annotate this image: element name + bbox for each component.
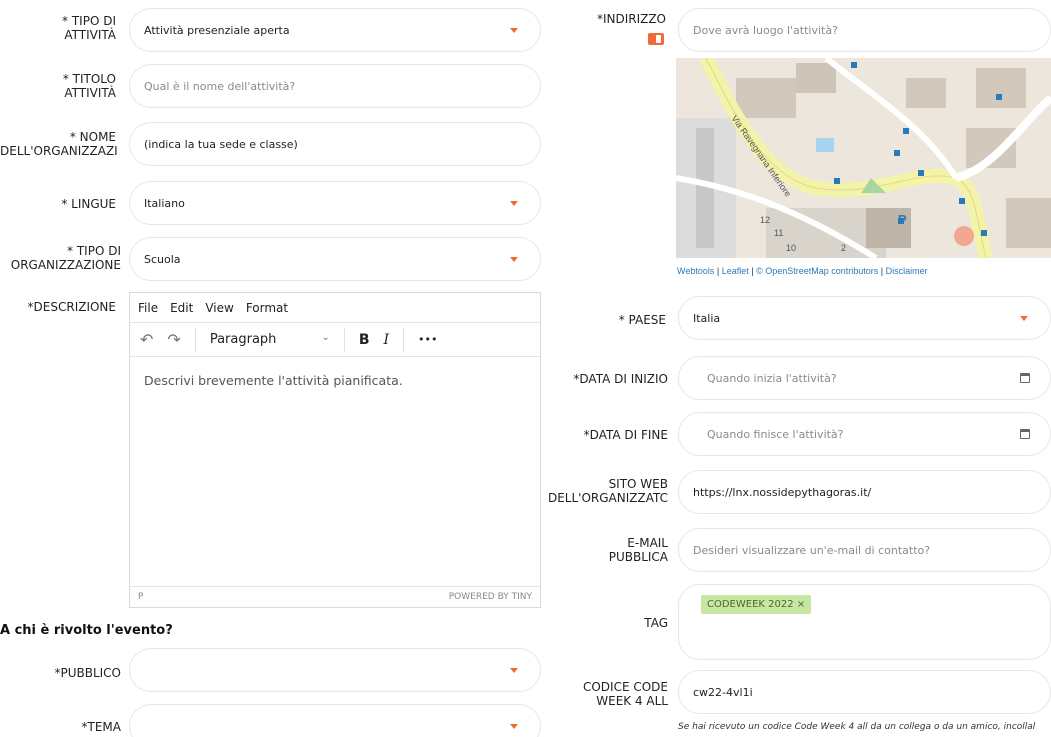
attribution-sep: | — [714, 266, 722, 276]
attribution-sep: | — [748, 266, 757, 276]
data-fine-input[interactable]: Quando finisce l'attività? — [678, 412, 1051, 456]
data-inizio-label: *DATA DI INIZIO — [573, 372, 668, 386]
menu-edit[interactable]: Edit — [170, 301, 193, 315]
titolo-placeholder: Qual è il nome dell'attività? — [144, 79, 296, 93]
editor-statusbar: P POWERED BY TINY — [130, 586, 540, 606]
indirizzo-label: *INDIRIZZO — [596, 12, 666, 26]
tipo-value: Attività presenziale aperta — [144, 23, 290, 37]
map-tiles: Via Ravegnana Inferiore 12 11 10 2 P — [676, 58, 1051, 258]
tema-label: *TEMA — [81, 720, 121, 734]
paese-select[interactable]: Italia — [678, 296, 1051, 340]
parking-icon: P — [898, 212, 907, 227]
powered-by-tiny[interactable]: POWERED BY TINY — [449, 592, 532, 602]
chevron-down-icon: ⌄ — [321, 332, 330, 343]
tag-chip[interactable]: CODEWEEK 2022 × — [701, 595, 812, 614]
pubblico-select[interactable] — [129, 648, 541, 692]
sito-web-label: SITO WEB DELL'ORGANIZZATC — [547, 477, 668, 505]
toolbar-divider — [343, 327, 345, 352]
house-number: 12 — [760, 215, 770, 225]
redo-icon[interactable]: ↷ — [167, 330, 180, 349]
data-fine-placeholder: Quando finisce l'attività? — [707, 427, 844, 441]
data-fine-label: *DATA DI FINE — [583, 428, 668, 442]
tipo-label: * TIPO DI ATTIVITÀ — [62, 14, 116, 42]
lingue-select[interactable]: Italiano — [129, 181, 541, 225]
descrizione-label: *DESCRIZIONE — [27, 300, 116, 314]
paragraph-value: Paragraph — [209, 332, 277, 347]
osm-link[interactable]: © OpenStreetMap contributors — [756, 266, 878, 276]
paese-label: * PAESE — [618, 313, 666, 327]
webtools-link[interactable]: Webtools — [677, 266, 714, 276]
sito-web-value: https://lnx.nossidepythagoras.it/ — [693, 485, 872, 499]
email-placeholder: Desideri visualizzare un'e-mail di conta… — [693, 543, 931, 557]
chevron-down-icon — [510, 257, 518, 262]
house-number: 10 — [786, 243, 796, 253]
menu-view[interactable]: View — [205, 301, 233, 315]
titolo-label: * TITOLO ATTIVITÀ — [62, 72, 116, 100]
chevron-down-icon — [510, 28, 518, 33]
pubblico-label: *PUBBLICO — [54, 666, 121, 680]
rich-text-editor[interactable]: File Edit View Format ↶ ↷ Paragraph ⌄ B … — [129, 292, 541, 608]
house-number: 2 — [841, 243, 846, 253]
tag-label: TAG — [644, 616, 668, 630]
more-button[interactable]: ••• — [418, 333, 437, 346]
chevron-down-icon — [510, 724, 518, 729]
toolbar-divider — [194, 327, 196, 352]
paragraph-select[interactable]: Paragraph ⌄ — [210, 332, 330, 347]
chevron-down-icon — [510, 201, 518, 206]
nome-org-value: (indica la tua sede e classe) — [144, 137, 298, 151]
menu-format[interactable]: Format — [246, 301, 288, 315]
codice-value: cw22-4vl1i — [693, 685, 753, 699]
calendar-icon[interactable] — [1020, 373, 1030, 383]
data-inizio-input[interactable]: Quando inizia l'attività? — [678, 356, 1051, 400]
audience-heading: A chi è rivolto l'evento? — [0, 623, 173, 638]
disclaimer-link[interactable]: Disclaimer — [886, 266, 928, 276]
leaflet-link[interactable]: Leaflet — [722, 266, 749, 276]
map-book-icon[interactable] — [648, 33, 664, 45]
bold-button[interactable]: B — [359, 332, 370, 348]
map-attribution: Webtools | Leaflet | © OpenStreetMap con… — [677, 266, 928, 276]
codice-help-text: Se hai ricevuto un codice Code Week 4 al… — [678, 722, 1036, 732]
lingue-value: Italiano — [144, 196, 185, 210]
editor-menubar: File Edit View Format — [130, 293, 540, 323]
editor-placeholder: Descrivi brevemente l'attività pianifica… — [144, 373, 403, 388]
tipo-select[interactable]: Attività presenziale aperta — [129, 8, 541, 52]
codice-input[interactable]: cw22-4vl1i — [678, 670, 1051, 714]
location-map[interactable]: Via Ravegnana Inferiore 12 11 10 2 P — [676, 58, 1051, 258]
undo-icon[interactable]: ↶ — [140, 330, 153, 349]
editor-toolbar: ↶ ↷ Paragraph ⌄ B I ••• — [130, 323, 540, 357]
nome-org-input[interactable]: (indica la tua sede e classe) — [129, 122, 541, 166]
nome-org-label: * NOME DELL'ORGANIZZAZI — [0, 130, 118, 158]
data-inizio-placeholder: Quando inizia l'attività? — [707, 371, 837, 385]
toolbar-divider — [403, 327, 405, 352]
sito-web-input[interactable]: https://lnx.nossidepythagoras.it/ — [678, 470, 1051, 514]
codice-label: CODICE CODE WEEK 4 ALL — [582, 680, 668, 708]
tipo-org-select[interactable]: Scuola — [129, 237, 541, 281]
indirizzo-placeholder: Dove avrà luogo l'attività? — [693, 23, 838, 37]
indirizzo-input[interactable]: Dove avrà luogo l'attività? — [678, 8, 1051, 52]
paese-value: Italia — [693, 311, 721, 325]
menu-file[interactable]: File — [138, 301, 158, 315]
email-label: E-MAIL PUBBLICA — [608, 536, 668, 564]
email-input[interactable]: Desideri visualizzare un'e-mail di conta… — [678, 528, 1051, 572]
chevron-down-icon — [1020, 316, 1028, 321]
attribution-sep: | — [878, 266, 886, 276]
lingue-label: * LINGUE — [61, 197, 116, 211]
titolo-input[interactable]: Qual è il nome dell'attività? — [129, 64, 541, 108]
calendar-icon[interactable] — [1020, 429, 1030, 439]
tipo-org-value: Scuola — [144, 252, 181, 266]
editor-content[interactable]: Descrivi brevemente l'attività pianifica… — [130, 357, 540, 586]
chevron-down-icon — [510, 668, 518, 673]
house-number: 11 — [774, 228, 783, 238]
italic-button[interactable]: I — [383, 332, 389, 348]
element-path[interactable]: P — [138, 592, 143, 602]
tema-select[interactable] — [129, 704, 541, 737]
tipo-org-label: * TIPO DI ORGANIZZAZIONE — [10, 244, 121, 272]
